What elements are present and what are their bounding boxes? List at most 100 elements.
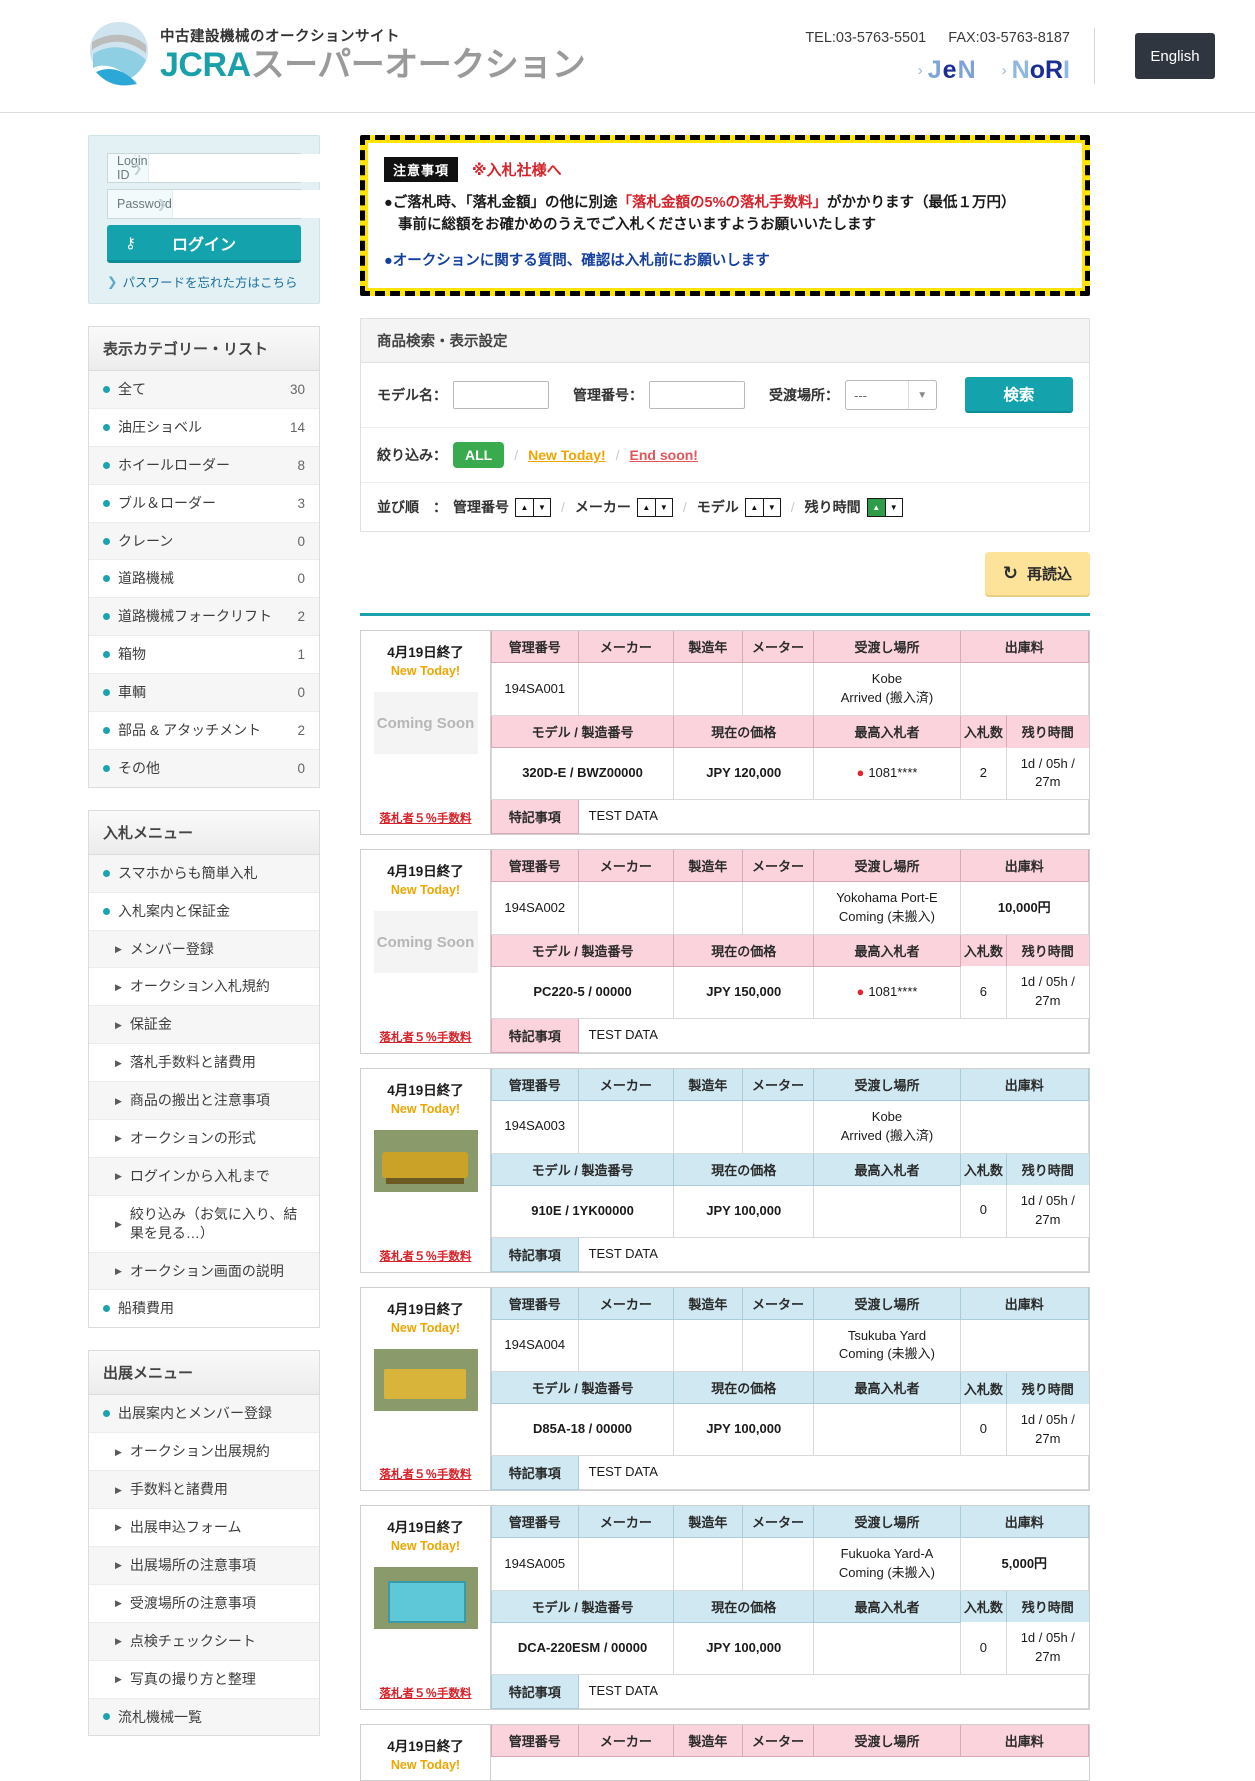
category-item[interactable]: クレーン 0 [89,522,319,561]
td-bid-count: 6 [960,966,1008,1018]
exhibit-menu-item[interactable]: 出展案内とメンバー登録 [89,1395,319,1434]
category-item[interactable]: ブル＆ローダー 3 [89,485,319,523]
td-bid-count-time: 0 1d / 05h / 27m [960,1622,1089,1675]
category-item[interactable]: 部品 & アタッチメント 2 [89,712,319,750]
bid-menu-item[interactable]: ▶ 商品の搬出と注意事項 [89,1082,319,1121]
forgot-password-link[interactable]: ❯ パスワードを忘れた方はこちら [107,272,301,291]
item-thumbnail[interactable] [373,1348,478,1411]
item-fee-note[interactable]: 落札者５％手数料 [380,1019,472,1045]
exhibit-menu-item[interactable]: ▶ オークション出展規約 [89,1433,319,1472]
filter-end-soon-link[interactable]: End soon! [630,447,698,463]
item-fee-note[interactable]: 落札者５％手数料 [380,800,472,826]
td-delivery-place: Kobe Arrived (搬入済) [813,662,961,717]
td-bid-count: 0 [960,1622,1008,1675]
category-item[interactable]: ホイールローダー 8 [89,446,319,485]
exhibit-menu-item[interactable]: ▶ 出展場所の注意事項 [89,1546,319,1585]
login-id-input[interactable] [148,154,337,182]
logo-tagline: 中古建設機械のオークションサイト [160,29,400,45]
english-language-button[interactable]: English [1135,33,1215,79]
auction-item-card[interactable]: 4月19日終了 New Today! 管理番号 メーカー 製造年 メーター 受渡し場所 出庫料 [360,1724,1090,1781]
exhibit-menu-item[interactable]: ▶ 出展申込フォーム [89,1509,319,1547]
model-name-input[interactable] [453,381,549,410]
category-item[interactable]: 油圧ショベル 14 [89,409,319,447]
exhibit-menu-item-label: 出展案内とメンバー登録 [118,1405,272,1422]
sort-ascending-button[interactable]: ▲ [516,498,533,516]
sort-ascending-button[interactable]: ▲ [867,498,885,516]
category-item[interactable]: 道路機械 0 [89,560,319,599]
auction-item-card[interactable]: 4月19日終了 New Today! 落札者５％手数料 管理番号 メーカー 製造年 メーター… [360,1286,1090,1492]
th-shipout-fee: 出庫料 [959,1506,1090,1539]
td-model-serial: 910E / 1YK00000 [490,1184,675,1238]
reload-button[interactable]: ↻ 再読込 [984,552,1090,596]
bid-menu-item[interactable]: ▶ 保証金 [89,1006,319,1045]
delivery-location-value: --- [854,387,867,403]
filter-all-button[interactable]: ALL [453,442,505,469]
th-control-no: 管理番号 [491,1506,579,1539]
category-item[interactable]: 全て 30 [89,371,319,409]
delivery-location-select[interactable]: --- ▼ [845,380,937,411]
item-thumbnail[interactable]: Coming Soon [373,911,478,974]
bullet-icon [103,1410,110,1418]
td-model-serial: DCA-220ESM / 00000 [490,1621,675,1676]
category-item[interactable]: 道路機械フォークリフト 2 [89,598,319,637]
category-item[interactable]: 車輌 0 [89,674,319,713]
item-thumbnail-text: Coming Soon [376,933,475,951]
bid-menu-item[interactable]: ▶ オークション画面の説明 [89,1252,319,1291]
site-logo[interactable]: 中古建設機械のオークションサイト JCRAスーパーオークション [88,20,586,86]
td-meter [741,1099,815,1154]
bid-menu-item[interactable]: ▶ 絞り込み（お気に入り、結果を見る…） [89,1196,319,1253]
th-meter: メーター [741,1725,815,1757]
sort-descending-button[interactable]: ▼ [533,498,550,516]
login-panel: Login ID ❯ Password ❯ ⚷ ログイン ❯ パスワードを忘れた… [88,135,361,304]
td-delivery-place: Kobe Arrived (搬入済) [813,1099,961,1154]
category-item[interactable]: 箱物 1 [89,636,319,675]
exhibit-menu-item[interactable]: ▶ 手数料と諸費用 [89,1471,319,1510]
bid-menu-item[interactable]: 入札案内と保証金 [89,893,319,931]
sort-descending-button[interactable]: ▼ [762,498,780,516]
sort-descending-button[interactable]: ▼ [884,498,902,516]
auction-item-card[interactable]: 4月19日終了 New Today! Coming Soon 落札者５％手数料 管理番号… [360,849,1090,1054]
item-thumbnail[interactable]: Coming Soon [373,692,478,755]
item-delivery-place-line: Tsukuba Yard [847,1327,927,1343]
auction-item-card[interactable]: 4月19日終了 New Today! Coming Soon 落札者５％手数料 管理番号… [360,630,1090,836]
td-delivery-place: Tsukuba Yard Coming (未搬入) [813,1318,961,1373]
sort-option: メーカー ▲ ▼ [575,497,673,517]
exhibit-menu-item[interactable]: 流札機械一覧 [89,1698,319,1736]
td-bid-count: 2 [960,747,1008,800]
bid-menu-item[interactable]: ▶ 落札手数料と諸費用 [89,1044,319,1083]
auction-item-card[interactable]: 4月19日終了 New Today! 落札者５％手数料 管理番号 メーカー 製造年 メーター… [360,1067,1090,1273]
sort-descending-button[interactable]: ▼ [654,498,672,516]
password-input[interactable] [172,190,361,218]
sort-ascending-button[interactable]: ▲ [745,498,763,516]
bid-menu-item[interactable]: ▶ ログインから入札まで [89,1157,319,1196]
item-thumbnail[interactable] [373,1129,478,1192]
notice-line1-highlight: 「落札金額の5%の落札手数料」 [617,195,827,211]
category-item[interactable]: その他 0 [89,749,319,787]
exhibit-menu-item[interactable]: ▶ 受渡場所の注意事項 [89,1585,319,1623]
auction-item-card[interactable]: 4月19日終了 New Today! 落札者５％手数料 管理番号 メーカー 製造年 メーター… [360,1505,1090,1710]
item-thumbnail[interactable] [373,1567,478,1630]
item-fee-note[interactable]: 落札者５％手数料 [380,1675,472,1701]
th-maker: メーカー [577,850,675,883]
bid-menu-item[interactable]: ▶ オークションの形式 [89,1120,319,1158]
bid-menu-item[interactable]: ▶ メンバー登録 [89,930,319,969]
search-button[interactable]: 検索 [964,377,1073,414]
control-number-input[interactable] [649,381,745,410]
bullet-icon [103,575,110,583]
bullet-icon [103,499,110,507]
logo-super-auction-text: スーパーオークション [250,46,586,84]
exhibit-menu-item[interactable]: ▶ 点検チェックシート [89,1622,319,1661]
login-button[interactable]: ⚷ ログイン [107,225,301,263]
filter-new-today-link[interactable]: New Today! [528,447,606,463]
partner-link-jen[interactable]: › JeN [918,56,976,85]
bid-menu-item[interactable]: ▶ オークション入札規約 [89,968,319,1007]
exhibit-menu-item[interactable]: ▶ 写真の撮り方と整理 [89,1661,319,1699]
td-top-bidder: ● 1081**** [813,747,961,801]
sort-ascending-button[interactable]: ▲ [637,498,655,516]
item-fee-note[interactable]: 落札者５％手数料 [380,1238,472,1264]
category-panel: 表示カテゴリー・リスト 全て 30 油圧ショベル 14 ホイールローダー 8 ブル＆ローダー… [88,326,320,788]
bid-menu-item[interactable]: スマホからも簡単入札 [89,854,319,893]
bid-menu-item[interactable]: 船積費用 [89,1290,319,1327]
partner-link-nori[interactable]: › NoRI [1002,56,1070,85]
item-fee-note[interactable]: 落札者５％手数料 [380,1456,472,1482]
